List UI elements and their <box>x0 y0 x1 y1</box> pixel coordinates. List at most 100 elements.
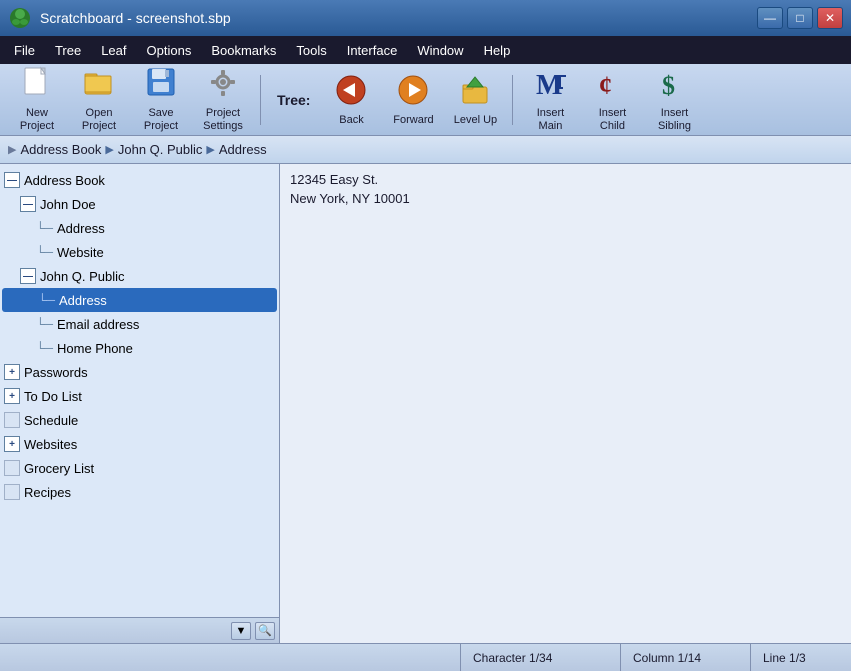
status-bar: Character 1/34 Column 1/14 Line 1/3 <box>0 643 851 671</box>
menu-help[interactable]: Help <box>474 39 521 62</box>
tree-label-websites: Websites <box>24 437 77 452</box>
insert-sibling-button[interactable]: $ InsertSibling <box>645 70 703 130</box>
breadcrumb-john-q-public[interactable]: John Q. Public <box>118 142 203 157</box>
menu-tools[interactable]: Tools <box>286 39 336 62</box>
tree-node-todo[interactable]: + To Do List <box>0 384 279 408</box>
tree-node-address-jqp[interactable]: └─ Address <box>2 288 277 312</box>
menu-window[interactable]: Window <box>407 39 473 62</box>
new-project-button[interactable]: NewProject <box>8 70 66 130</box>
breadcrumb-address-book[interactable]: Address Book <box>20 142 101 157</box>
expand-icon-address-book[interactable]: — <box>4 172 20 188</box>
new-project-icon <box>21 66 53 105</box>
new-project-label: NewProject <box>20 107 54 133</box>
save-project-icon <box>145 66 177 105</box>
insert-child-button[interactable]: ¢ InsertChild <box>583 70 641 130</box>
expand-icon-grocery[interactable] <box>4 460 20 476</box>
menu-options[interactable]: Options <box>137 39 202 62</box>
tree-node-address-jd[interactable]: └─ Address <box>0 216 279 240</box>
expand-icon-todo[interactable]: + <box>4 388 20 404</box>
tree-node-address-book[interactable]: — Address Book <box>0 168 279 192</box>
status-line: Line 1/3 <box>751 644 851 671</box>
tree-node-passwords[interactable]: + Passwords <box>0 360 279 384</box>
content-panel: 12345 Easy St. New York, NY 10001 <box>280 164 851 643</box>
tree-panel: — Address Book — John Doe └─ Address └─ … <box>0 164 280 643</box>
tree-node-recipes[interactable]: Recipes <box>0 480 279 504</box>
expand-icon-websites[interactable]: + <box>4 436 20 452</box>
insert-child-label: InsertChild <box>599 107 627 133</box>
menu-tree[interactable]: Tree <box>45 39 91 62</box>
tree-connector-phone-jqp: └─ <box>36 341 53 355</box>
main-area: — Address Book — John Doe └─ Address └─ … <box>0 164 851 643</box>
insert-main-icon: M <box>532 66 568 105</box>
project-settings-label: ProjectSettings <box>203 107 243 133</box>
insert-main-button[interactable]: M InsertMain <box>521 70 579 130</box>
tree-label-recipes: Recipes <box>24 485 71 500</box>
tree-search-button[interactable]: 🔍 <box>255 622 275 640</box>
minimize-button[interactable]: — <box>757 7 783 29</box>
breadcrumb-address[interactable]: Address <box>219 142 267 157</box>
breadcrumb: ▶ Address Book ▶ John Q. Public ▶ Addres… <box>0 136 851 164</box>
maximize-button[interactable]: □ <box>787 7 813 29</box>
menu-interface[interactable]: Interface <box>337 39 408 62</box>
tree-label-email-jqp: Email address <box>57 317 139 332</box>
menu-file[interactable]: File <box>4 39 45 62</box>
tree-connector-address-jqp: └─ <box>38 293 55 307</box>
level-up-label: Level Up <box>454 114 497 126</box>
tree-connector-email-jqp: └─ <box>36 317 53 331</box>
window-title: Scratchboard - screenshot.sbp <box>40 10 757 26</box>
project-settings-button[interactable]: ProjectSettings <box>194 70 252 130</box>
expand-icon-john-doe[interactable]: — <box>20 196 36 212</box>
close-button[interactable]: ✕ <box>817 7 843 29</box>
status-empty <box>0 644 461 671</box>
tree-label-john-q-public: John Q. Public <box>40 269 125 284</box>
tree-node-schedule[interactable]: Schedule <box>0 408 279 432</box>
tree-label-website-jd: Website <box>57 245 104 260</box>
tree-node-email-jqp[interactable]: └─ Email address <box>0 312 279 336</box>
tree-scroll[interactable]: — Address Book — John Doe └─ Address └─ … <box>0 164 279 617</box>
tree-node-phone-jqp[interactable]: └─ Home Phone <box>0 336 279 360</box>
tree-label-john-doe: John Doe <box>40 197 96 212</box>
expand-icon-john-q-public[interactable]: — <box>20 268 36 284</box>
save-project-button[interactable]: SaveProject <box>132 70 190 130</box>
menu-leaf[interactable]: Leaf <box>91 39 136 62</box>
tree-label-passwords: Passwords <box>24 365 88 380</box>
tree-label: Tree: <box>277 92 310 108</box>
open-project-icon <box>83 66 115 105</box>
toolbar: NewProject OpenProject SaveProject <box>0 64 851 136</box>
tree-node-grocery[interactable]: Grocery List <box>0 456 279 480</box>
toolbar-separator-1 <box>260 75 261 125</box>
tree-connector-address-jd: └─ <box>36 221 53 235</box>
tree-label-grocery: Grocery List <box>24 461 94 476</box>
back-button[interactable]: Back <box>322 70 380 130</box>
tree-node-websites[interactable]: + Websites <box>0 432 279 456</box>
breadcrumb-arrow-0: ▶ <box>8 143 16 156</box>
tree-bottom-bar: ▼ 🔍 <box>0 617 279 643</box>
expand-icon-passwords[interactable]: + <box>4 364 20 380</box>
forward-label: Forward <box>393 114 433 126</box>
breadcrumb-sep-2: ▶ <box>206 143 214 156</box>
status-character: Character 1/34 <box>461 644 621 671</box>
level-up-button[interactable]: Level Up <box>446 70 504 130</box>
expand-icon-recipes[interactable] <box>4 484 20 500</box>
tree-node-john-doe[interactable]: — John Doe <box>0 192 279 216</box>
tree-label-address-book: Address Book <box>24 173 105 188</box>
title-bar: Scratchboard - screenshot.sbp — □ ✕ <box>0 0 851 36</box>
svg-text:¢: ¢ <box>599 71 612 100</box>
content-line-2: New York, NY 10001 <box>290 191 841 206</box>
expand-icon-schedule[interactable] <box>4 412 20 428</box>
menu-bookmarks[interactable]: Bookmarks <box>201 39 286 62</box>
content-line-1: 12345 Easy St. <box>290 172 841 187</box>
tree-node-website-jd[interactable]: └─ Website <box>0 240 279 264</box>
insert-main-label: InsertMain <box>537 107 565 133</box>
insert-sibling-icon: $ <box>656 66 692 105</box>
app-icon <box>8 6 32 30</box>
tree-label-address-jd: Address <box>57 221 105 236</box>
window-controls: — □ ✕ <box>757 7 843 29</box>
status-column: Column 1/14 <box>621 644 751 671</box>
tree-scroll-down-button[interactable]: ▼ <box>231 622 251 640</box>
forward-button[interactable]: Forward <box>384 70 442 130</box>
forward-icon <box>395 73 431 112</box>
tree-label-phone-jqp: Home Phone <box>57 341 133 356</box>
tree-node-john-q-public[interactable]: — John Q. Public <box>0 264 279 288</box>
open-project-button[interactable]: OpenProject <box>70 70 128 130</box>
